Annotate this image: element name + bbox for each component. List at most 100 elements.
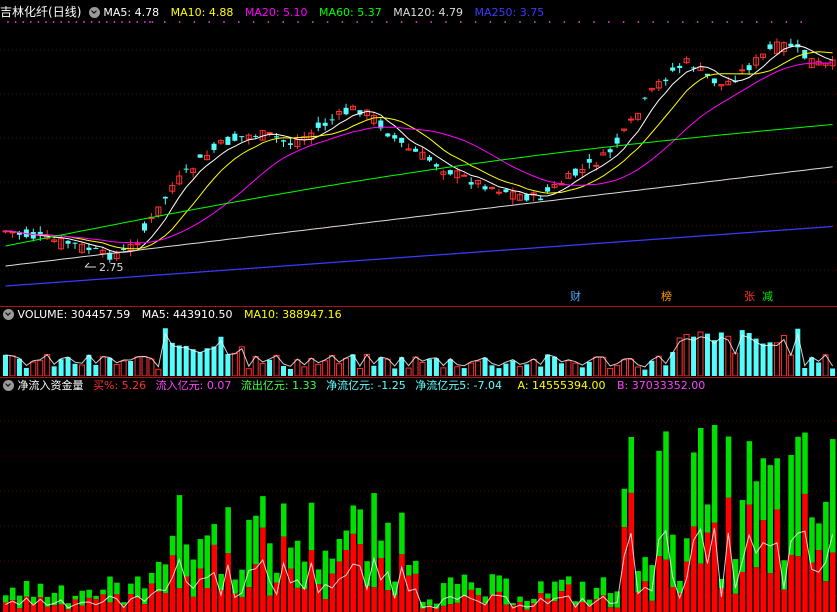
price-chart[interactable]: 2.75 (0, 16, 837, 306)
candle-body (433, 164, 439, 167)
event-dot (193, 21, 196, 23)
inflow-bar (468, 589, 475, 612)
volume-bar (697, 331, 704, 376)
outflow-bar (58, 585, 65, 605)
candle-body (72, 242, 78, 244)
event-dot (67, 21, 70, 23)
volume-bar (176, 345, 182, 376)
event-dot (430, 21, 433, 23)
inflow-bar (350, 533, 356, 612)
event-dot (223, 21, 225, 23)
outflow-bar (454, 583, 461, 603)
outflow-bar (274, 572, 280, 583)
tag-decrease[interactable]: 减 (761, 290, 774, 304)
volume-bar (204, 348, 210, 376)
inflow-bar (169, 555, 176, 612)
inflow-bar (23, 596, 30, 612)
volume-bar (72, 363, 78, 376)
event-dot (311, 21, 314, 23)
outflow-bar (698, 428, 704, 564)
volume-bar (739, 330, 745, 376)
outflow-bar (9, 587, 16, 601)
volume-bar (767, 342, 773, 376)
inflow-bar (135, 597, 141, 612)
outflow-bar (100, 589, 106, 595)
event-dot (237, 21, 240, 23)
volume-bar (816, 362, 822, 376)
inflow-bar (204, 588, 211, 612)
volume-bar (586, 361, 592, 376)
inflow-bar (795, 556, 801, 612)
flow-menu-icon[interactable] (3, 380, 14, 391)
volume-bar (141, 356, 148, 376)
inflow-bar (385, 590, 391, 612)
net-value: -1.25 (377, 379, 406, 392)
outflow-bar (107, 576, 113, 603)
volume-bar (405, 367, 412, 376)
volume-bar (565, 360, 572, 376)
low-price-label: 2.75 (99, 261, 124, 274)
ma250-line (5, 225, 833, 287)
candle-body (642, 97, 648, 99)
event-dot (356, 21, 359, 23)
volume-bar (552, 356, 558, 376)
inflow-bar (162, 592, 169, 612)
candle-body (343, 107, 349, 115)
event-dot (563, 21, 566, 23)
outflow-bar (86, 589, 92, 598)
event-dot (149, 21, 151, 23)
tag-increase[interactable]: 张 (743, 290, 756, 304)
outflow-bar (642, 557, 648, 582)
volume-chart[interactable] (0, 324, 837, 376)
outflow-bar (753, 481, 760, 568)
outflow-bar (135, 576, 141, 598)
tag-list[interactable]: 榜 (660, 290, 673, 304)
volume-bar (530, 358, 537, 376)
outflow-bar (600, 577, 607, 596)
candle-body (677, 65, 683, 68)
outflow-bar (809, 517, 815, 563)
inflow-bar (823, 581, 829, 612)
candle-body (468, 182, 474, 185)
volume-bar (259, 363, 266, 376)
flow-title: 净流入资金量 (17, 379, 84, 392)
outflow-bar (711, 425, 718, 523)
tag-finance[interactable]: 财 (569, 290, 582, 304)
event-dot (178, 21, 181, 23)
event-dot (121, 21, 123, 23)
volume-bar (642, 369, 648, 376)
volume-bar (760, 343, 766, 376)
candle-body (197, 154, 203, 158)
inflow-bar (545, 598, 551, 612)
inflow-bar (670, 587, 676, 612)
candle-body (538, 198, 544, 201)
inflow-bar (503, 604, 509, 612)
inflow-bar (802, 493, 808, 612)
outflow-bar (413, 560, 419, 574)
inflow-bar (433, 608, 440, 612)
volume-bar (503, 363, 509, 376)
volume-bar (538, 366, 544, 376)
volume-bar (461, 368, 467, 376)
volume-menu-icon[interactable] (3, 309, 14, 320)
outflow-bar (343, 530, 350, 550)
candle-body (545, 187, 551, 192)
inflow-bar (767, 573, 773, 612)
outflow-bar (287, 547, 294, 569)
inflow-bar (260, 527, 266, 612)
event-dot (163, 21, 166, 23)
candle-body (86, 247, 92, 251)
volume-bar (336, 363, 343, 376)
flow-chart[interactable] (0, 396, 837, 612)
volume-bar (30, 361, 37, 376)
event-dot (267, 21, 270, 23)
inflow-bar (100, 594, 106, 612)
outflow-bar (725, 436, 732, 498)
volume-bar (447, 359, 453, 376)
event-dot (593, 21, 595, 23)
outflow-bar (281, 503, 287, 537)
event-dot (770, 21, 773, 23)
ma60-line (5, 124, 833, 247)
candle-body (253, 135, 259, 137)
outflow-bar (162, 564, 169, 593)
